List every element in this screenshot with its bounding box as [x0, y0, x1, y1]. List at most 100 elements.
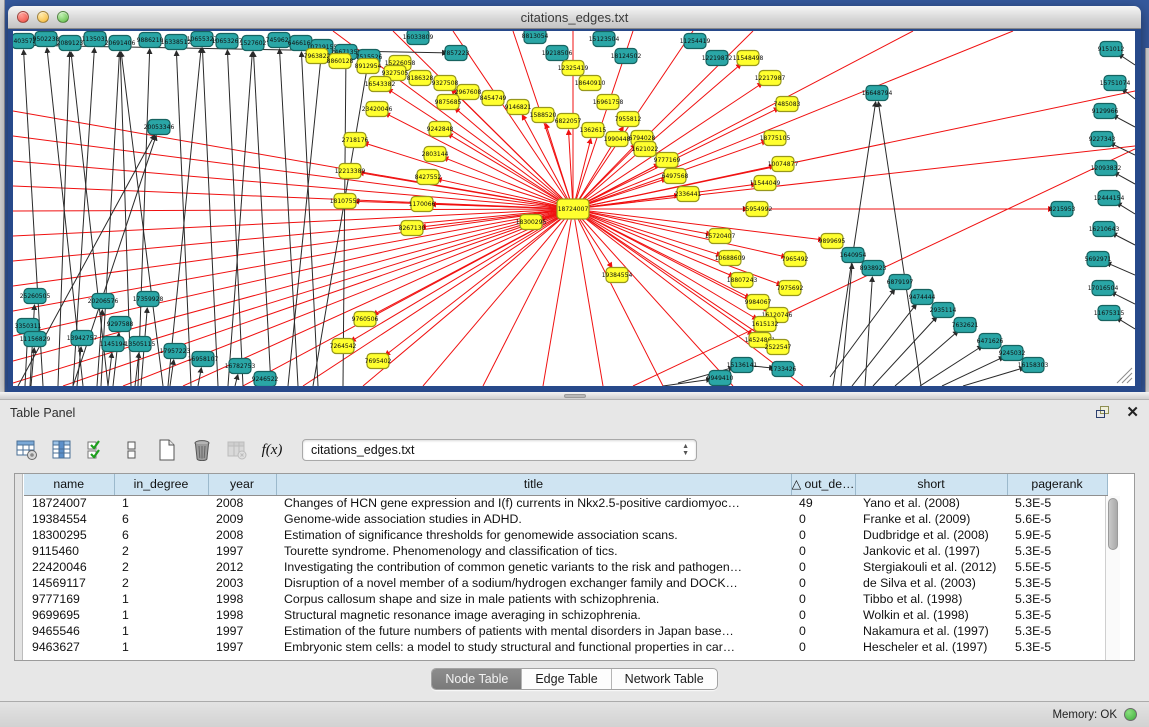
graph-edge[interactable]	[253, 52, 271, 386]
graph-edge[interactable]	[120, 52, 131, 386]
node-table[interactable]: namein_degreeyeartitle△ out_de…shortpage…	[24, 474, 1108, 655]
graph-node[interactable]: 7695402	[365, 354, 392, 369]
table-cell[interactable]: 9115460	[24, 543, 114, 559]
graph-edge[interactable]	[13, 161, 573, 209]
table-cell[interactable]: 0	[791, 607, 855, 623]
memory-status-indicator[interactable]	[1124, 708, 1137, 721]
table-row[interactable]: 1938455462009Genome-wide association stu…	[24, 511, 1107, 527]
graph-node[interactable]: 15123504	[589, 32, 620, 47]
graph-edge[interactable]	[1112, 233, 1135, 245]
graph-node[interactable]: 9949410	[707, 371, 734, 386]
graph-node[interactable]: 1588520	[530, 108, 557, 123]
network-view-canvas[interactable]: 1403572950223820891231135031206914069886…	[13, 31, 1135, 386]
table-cell[interactable]: 0	[791, 575, 855, 591]
graph-edge[interactable]	[198, 368, 201, 386]
table-cell[interactable]: 19384554	[24, 511, 114, 527]
graph-edge[interactable]	[343, 61, 346, 386]
table-cell[interactable]: 5.3E-5	[1007, 495, 1107, 511]
table-cell[interactable]: 2003	[208, 575, 276, 591]
table-cell[interactable]: 5.6E-5	[1007, 511, 1107, 527]
graph-node[interactable]: 1145194	[100, 337, 127, 352]
graph-edge[interactable]	[138, 49, 150, 386]
graph-node[interactable]: 8215953	[1049, 202, 1076, 217]
graph-edge[interactable]	[942, 357, 1004, 386]
table-options-button[interactable]	[14, 437, 40, 463]
graph-node[interactable]: 16543382	[365, 77, 396, 92]
graph-edge[interactable]	[364, 143, 573, 209]
graph-node[interactable]: 9984067	[745, 295, 772, 310]
table-cell[interactable]: 1	[114, 591, 208, 607]
table-cell[interactable]: 9699695	[24, 607, 114, 623]
graph-node[interactable]: 7975692	[777, 281, 804, 296]
graph-node[interactable]: 5692971	[1085, 252, 1112, 267]
table-cell[interactable]: 5.3E-5	[1007, 623, 1107, 639]
table-cell[interactable]: 5.9E-5	[1007, 527, 1107, 543]
graph-edge[interactable]	[176, 51, 191, 386]
graph-node[interactable]: 6879197	[887, 275, 914, 290]
table-row[interactable]: 1872400712008Changes of HCN gene express…	[24, 495, 1107, 511]
graph-edge[interactable]	[873, 317, 937, 386]
table-row[interactable]: 946362711997Embryonic stem cells: a mode…	[24, 639, 1107, 655]
table-cell[interactable]: Estimation of significance thresholds fo…	[276, 527, 791, 543]
graph-node[interactable]: 9886210	[137, 33, 164, 48]
table-cell[interactable]: 5.3E-5	[1007, 639, 1107, 655]
graph-edge[interactable]	[573, 209, 603, 386]
graph-node[interactable]: 9242848	[427, 122, 454, 137]
graph-edge[interactable]	[878, 102, 921, 386]
graph-node[interactable]: 12217987	[755, 71, 786, 86]
graph-node[interactable]: 8860128	[327, 54, 354, 69]
graph-node[interactable]: 8454749	[480, 91, 507, 106]
table-cell[interactable]: Tibbo et al. (1998)	[855, 591, 1007, 607]
graph-node[interactable]: 2803144	[422, 147, 449, 162]
graph-node[interactable]: 1170066	[409, 197, 436, 212]
panel-splitter[interactable]	[0, 392, 1149, 400]
graph-edge[interactable]	[830, 289, 895, 377]
table-cell[interactable]: Changes of HCN gene expression and I(f) …	[276, 495, 791, 511]
graph-edge[interactable]	[1113, 115, 1135, 127]
graph-node[interactable]: 9502238	[33, 32, 60, 47]
graph-node[interactable]: 2718176	[342, 133, 369, 148]
graph-node[interactable]: 18775105	[760, 131, 791, 146]
graph-node[interactable]: 12444154	[1094, 191, 1125, 206]
graph-edge[interactable]	[168, 48, 201, 386]
graph-edge[interactable]	[228, 52, 252, 386]
graph-node[interactable]: 6497568	[662, 169, 689, 184]
resize-grip-icon[interactable]	[1117, 368, 1132, 383]
table-cell[interactable]: Franke et al. (2009)	[855, 511, 1007, 527]
graph-node[interactable]: 12325419	[558, 61, 589, 76]
table-cell[interactable]: 5.3E-5	[1007, 591, 1107, 607]
graph-node[interactable]: 12219872	[702, 51, 733, 66]
tab-edge-table[interactable]: Edge Table	[522, 669, 611, 689]
table-row[interactable]: 1456911722003Disruption of a novel membe…	[24, 575, 1107, 591]
table-cell[interactable]: 1997	[208, 623, 276, 639]
table-cell[interactable]: Corpus callosum shape and size in male p…	[276, 591, 791, 607]
graph-node[interactable]: 1362615	[580, 123, 607, 138]
table-cell[interactable]: Genome-wide association studies in ADHD.	[276, 511, 791, 527]
graph-node[interactable]: 15136141	[727, 358, 758, 373]
graph-node[interactable]: 20053346	[144, 120, 175, 135]
table-cell[interactable]: Stergiakouli et al. (2012)	[855, 559, 1007, 575]
graph-edge[interactable]	[443, 157, 573, 209]
graph-node[interactable]: 16961758	[593, 95, 624, 110]
table-cell[interactable]: 0	[791, 591, 855, 607]
select-rows-button[interactable]	[84, 437, 110, 463]
graph-node[interactable]: 13505115	[125, 337, 156, 352]
splitter-grip[interactable]	[564, 394, 586, 398]
table-cell[interactable]: 2	[114, 543, 208, 559]
table-cell[interactable]: 5.5E-5	[1007, 559, 1107, 575]
graph-node[interactable]: 16210643	[1089, 222, 1120, 237]
close-panel-icon[interactable]: ✕	[1126, 406, 1139, 420]
graph-edge[interactable]	[363, 209, 573, 386]
graph-node[interactable]: 1527602	[240, 36, 267, 51]
table-cell[interactable]: Yano et al. (2008)	[855, 495, 1007, 511]
graph-node[interactable]: 16158303	[1018, 358, 1049, 373]
table-cell[interactable]: Disruption of a novel member of a sodium…	[276, 575, 791, 591]
float-panel-icon[interactable]	[1096, 406, 1110, 419]
graph-node[interactable]: 13942757	[67, 331, 98, 346]
graph-node[interactable]: 1621022	[632, 142, 659, 157]
table-cell[interactable]: 1998	[208, 591, 276, 607]
scrollbar-thumb[interactable]	[1108, 498, 1118, 550]
graph-node[interactable]: 18724007	[557, 199, 589, 219]
table-cell[interactable]: 5.3E-5	[1007, 543, 1107, 559]
graph-node[interactable]: 1615132	[752, 317, 779, 332]
